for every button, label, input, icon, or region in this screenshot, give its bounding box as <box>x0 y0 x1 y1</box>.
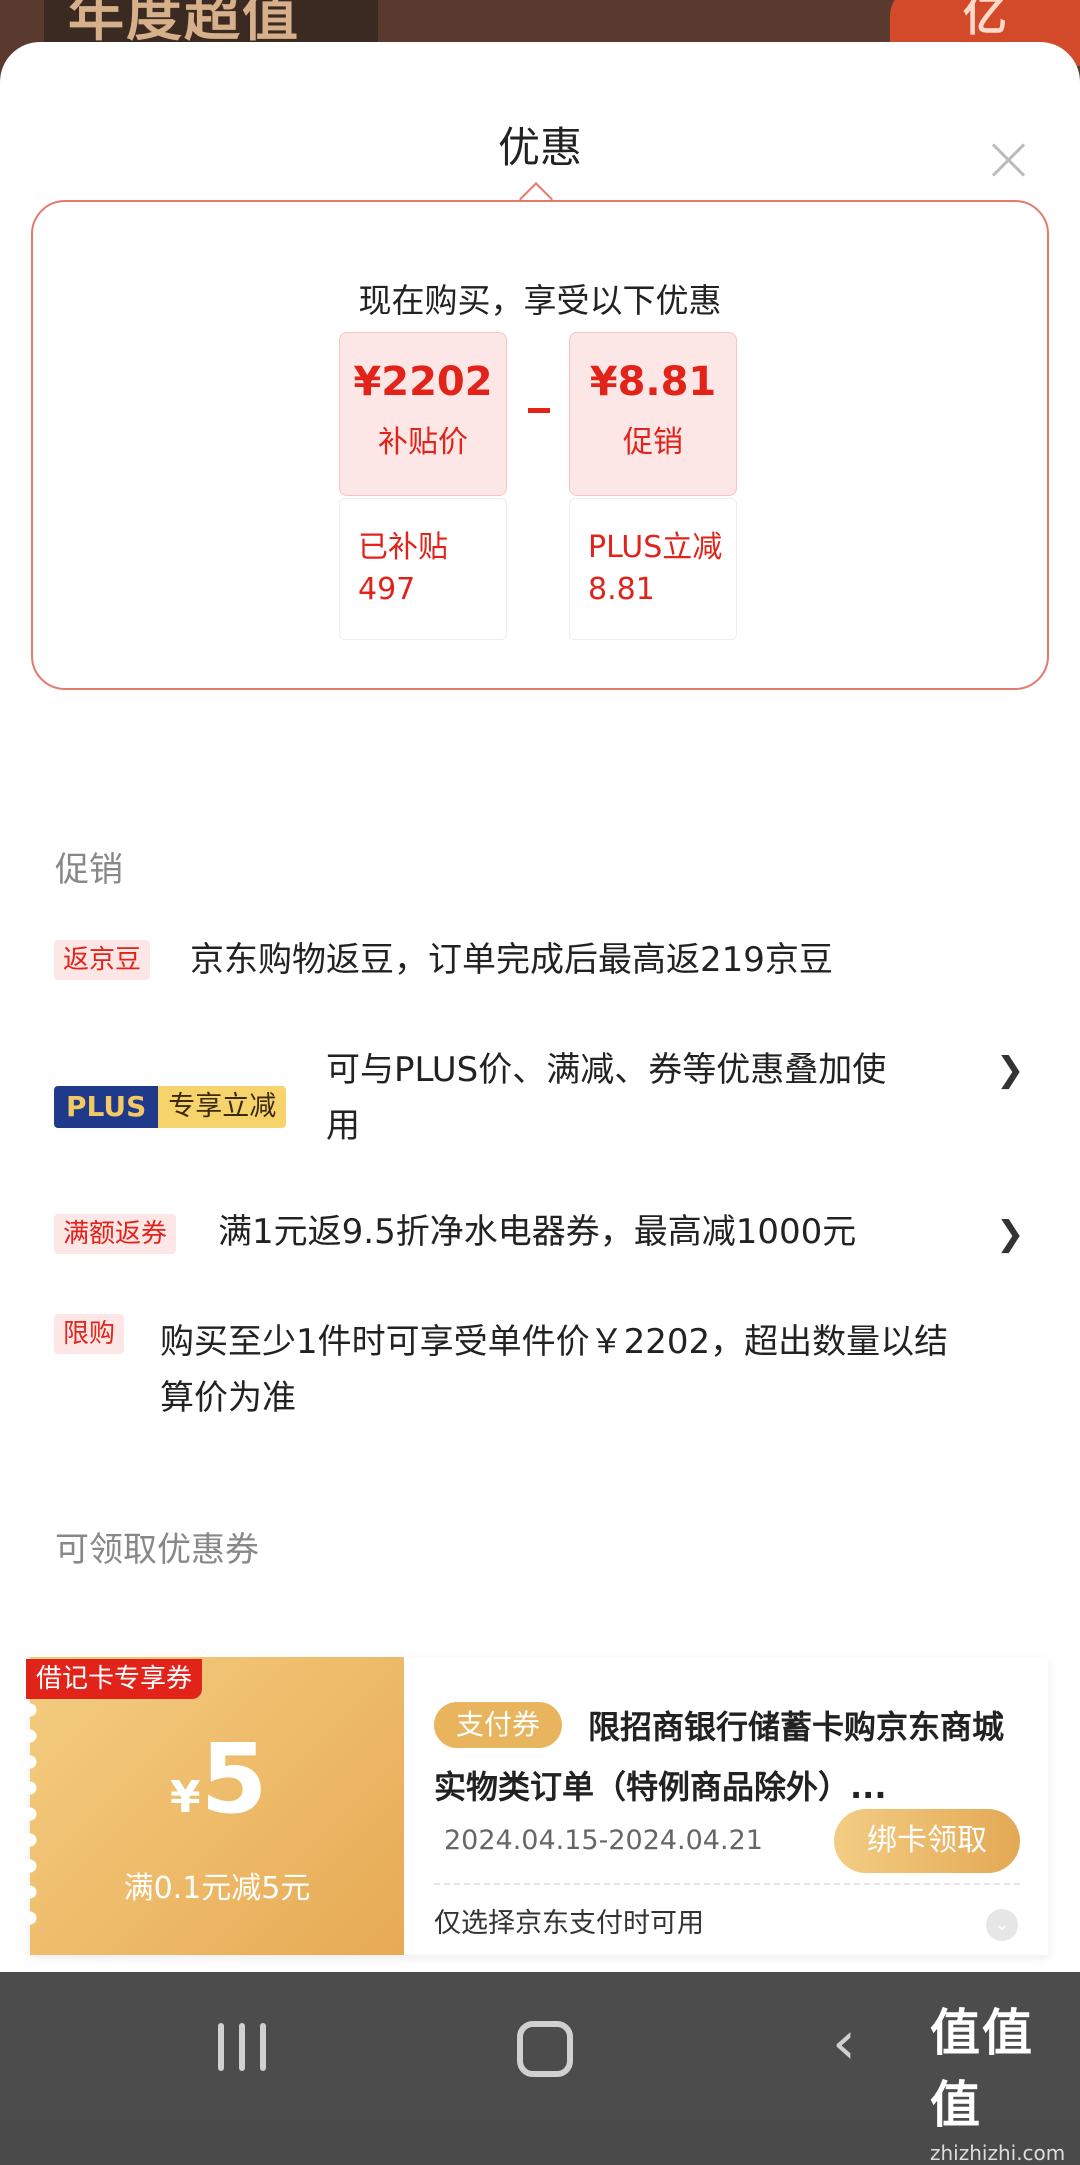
tag-purchase-limit: 限购 <box>54 1314 125 1354</box>
coupon-note: 仅选择京东支付时可用 <box>434 1908 704 1939</box>
chevron-right-icon[interactable]: ❯ <box>996 1214 1025 1254</box>
coupons-section-title: 可领取优惠券 <box>55 1530 259 1570</box>
watermark: 值值值 zhizhizhi.com <box>930 1993 1080 2165</box>
tag-full-amount-coupon: 满额返券 <box>54 1214 177 1254</box>
coupon-amount: 5 <box>200 1723 268 1835</box>
plus-detail-value: 8.81 <box>588 572 655 607</box>
promotions-section-title: 促销 <box>55 850 123 890</box>
discount-sheet: 优惠 现在购买，享受以下优惠 ¥2202 补贴价 ¥8.81 促销 已补贴 49… <box>0 42 1080 1972</box>
promo-row-text-line1: 可与PLUS价、满减、券等优惠叠加使 <box>326 1050 887 1090</box>
minus-sign <box>528 408 550 413</box>
plus-detail-card: PLUS立减 8.81 <box>569 498 737 640</box>
promo-header: 现在购买，享受以下优惠 <box>358 281 722 320</box>
subsidy-detail-label: 已补贴 <box>358 530 448 565</box>
promo-row-text: 满1元返9.5折净水电器券，最高减1000元 <box>218 1212 857 1252</box>
plus-detail-label: PLUS立减 <box>588 530 723 565</box>
system-nav-bar: ‹ 值值值 zhizhizhi.com <box>0 1973 1080 2165</box>
promo-label: 促销 <box>623 425 683 460</box>
plus-tag: PLUS 专享立减 <box>54 1086 287 1128</box>
close-icon[interactable] <box>990 142 1026 178</box>
subsidy-label: 补贴价 <box>378 425 468 460</box>
promo-summary: 现在购买，享受以下优惠 ¥2202 补贴价 ¥8.81 促销 已补贴 497 P… <box>31 200 1049 690</box>
coupon-condition: 满0.1元减5元 <box>123 1871 311 1906</box>
debit-card-tag: 借记卡专享券 <box>26 1659 203 1699</box>
promo-row-text: 京东购物返豆，订单完成后最高返219京豆 <box>190 940 833 980</box>
subsidy-price: ¥2202 <box>353 359 493 405</box>
watermark-url: zhizhizhi.com <box>930 2141 1066 2165</box>
coupon-divider <box>434 1883 1020 1885</box>
coupon-card: 借记卡专享券 ¥5 满0.1元减5元 限招商银行储蓄卡购京东商城实物类订单（特例… <box>21 1657 1048 1955</box>
plus-tag-brand: PLUS <box>54 1086 159 1128</box>
payment-coupon-tag: 支付券 <box>434 1702 563 1748</box>
watermark-logo: 值值值 <box>930 2004 1034 2134</box>
subsidy-detail-value: 497 <box>358 572 416 607</box>
promo-row-text-line2: 算价为准 <box>160 1378 296 1418</box>
subsidy-detail-card: 已补贴 497 <box>339 498 507 640</box>
coupon-value-panel: 借记卡专享券 ¥5 满0.1元减5元 <box>21 1657 404 1955</box>
currency-symbol: ¥ <box>170 1772 201 1823</box>
promo-row-text: 可与PLUS价、满减、券等优惠叠加使 用 <box>326 1042 886 1154</box>
bind-card-claim-button[interactable]: 绑卡领取 <box>834 1809 1020 1873</box>
promo-row-text-line2: 用 <box>326 1106 360 1146</box>
tag-return-beans: 返京豆 <box>54 940 151 980</box>
subsidy-price-card: ¥2202 补贴价 <box>339 332 507 496</box>
promo-row-text-line1: 购买至少1件时可享受单件价￥2202，超出数量以结 <box>160 1322 949 1362</box>
promo-row-text: 购买至少1件时可享受单件价￥2202，超出数量以结 算价为准 <box>160 1314 948 1426</box>
coupon-date-range: 2024.04.15-2024.04.21 <box>444 1825 763 1856</box>
chevron-down-icon[interactable]: ⌄ <box>986 1909 1018 1941</box>
promo-price: ¥8.81 <box>589 359 717 405</box>
sheet-title: 优惠 <box>497 123 582 172</box>
coupon-value: ¥5 <box>170 1723 267 1835</box>
back-button[interactable]: ‹ <box>832 2013 856 2073</box>
chevron-right-icon[interactable]: ❯ <box>996 1050 1025 1090</box>
plus-tag-label: 专享立减 <box>158 1086 287 1128</box>
home-button[interactable] <box>517 2021 573 2077</box>
recent-apps-button[interactable] <box>218 2023 266 2071</box>
promo-price-card: ¥8.81 促销 <box>569 332 737 496</box>
